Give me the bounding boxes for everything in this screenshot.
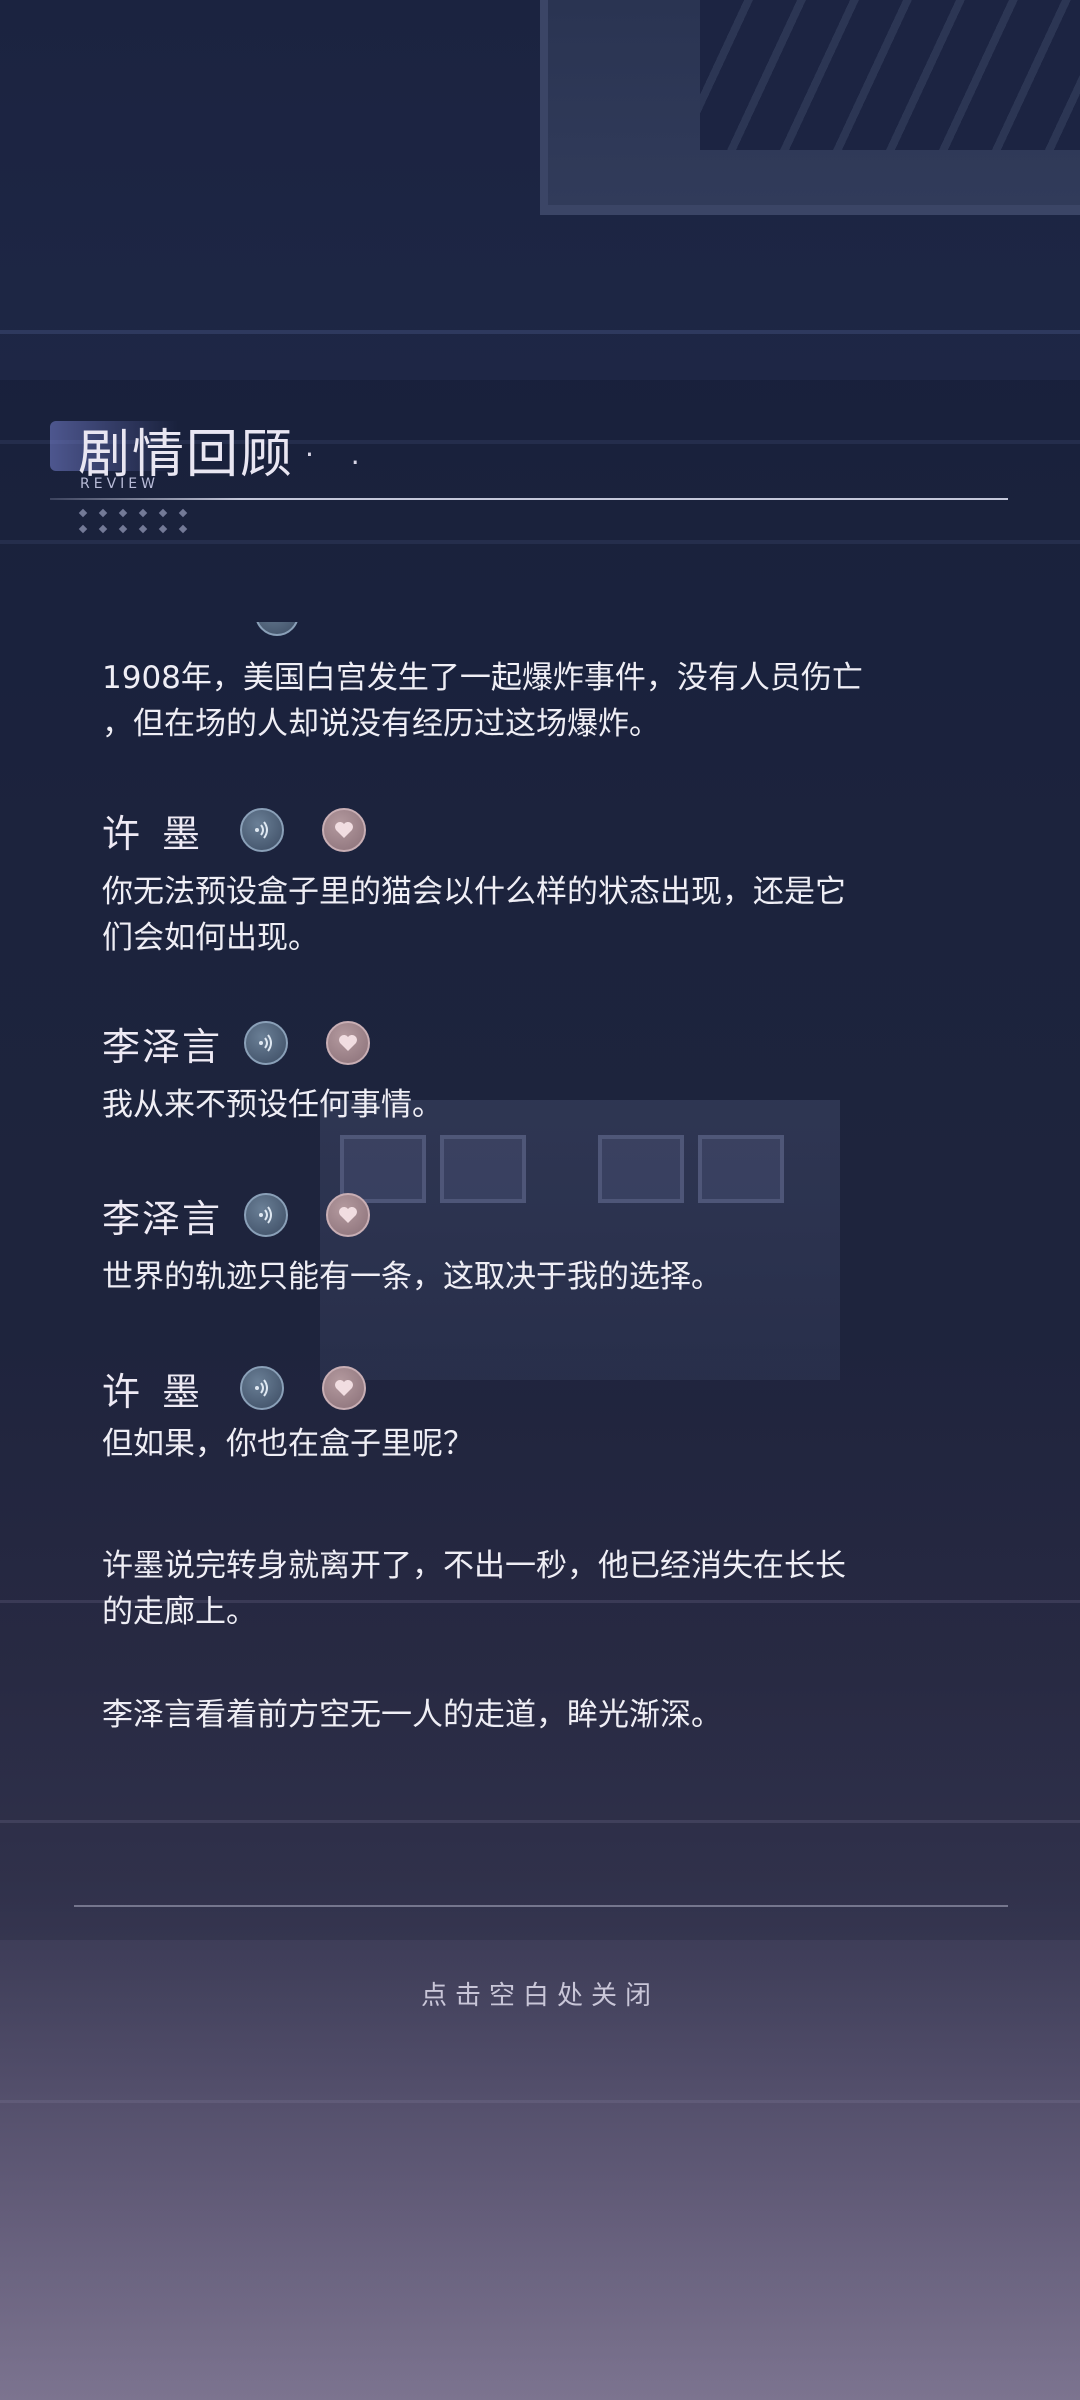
page-subtitle: REVIEW — [80, 476, 159, 492]
speaker-name: 李泽言 — [102, 1196, 223, 1241]
speaker-row: 李泽言 — [102, 1018, 982, 1069]
voice-play-icon — [255, 622, 299, 636]
speaker-name: 许墨 — [102, 811, 223, 856]
voice-play-button[interactable] — [244, 1193, 289, 1237]
voice-play-button[interactable] — [240, 1366, 285, 1410]
voice-play-icon — [259, 1034, 273, 1052]
story-review-screen[interactable]: 剧情回顾 · . REVIEW 1908年，美国白宫发生了一起爆炸事件，没有人员… — [0, 0, 1080, 2400]
floor-sheen — [0, 1350, 1080, 2400]
like-button[interactable] — [322, 808, 367, 852]
heart-icon — [339, 1035, 358, 1051]
dialogue-text: 但如果，你也在盒子里呢？ — [102, 1426, 474, 1462]
header-divider — [50, 498, 1008, 500]
speaker-row: 李泽言 — [102, 1190, 982, 1241]
dialogue-text: 你无法预设盒子里的猫会以什么样的状态出现，还是它 们会如何出现。 — [102, 874, 846, 956]
footer-divider — [74, 1905, 1008, 1907]
dialogue-text: 1908年，美国白宫发生了一起爆炸事件，没有人员伤亡 ，但在场的人却说没有经历过… — [102, 660, 863, 742]
floor-line — [0, 2100, 1080, 2103]
dialogue-entry: 许墨 你无法预设盒子里的猫会以什么样的状态出现，还是它 们会如何出现。 — [102, 805, 982, 961]
narration-text: 许墨说完转身就离开了，不出一秒，他已经消失在长长 的走廊上。 — [102, 1548, 846, 1630]
voice-play-button[interactable] — [244, 1021, 289, 1065]
narration-entry: 许墨说完转身就离开了，不出一秒，他已经消失在长长 的走廊上。 — [102, 1543, 982, 1635]
speaker-name: 许墨 — [102, 1369, 223, 1414]
ceiling-vent — [540, 0, 1080, 215]
voice-play-icon — [259, 1206, 273, 1224]
vent-grill — [700, 0, 1080, 150]
decorative-dots — [78, 508, 200, 534]
dialogue-entry: 李泽言 我从来不预设任何事情。 — [102, 1018, 982, 1128]
scrolled-icons — [150, 622, 310, 636]
ceiling-line — [0, 330, 1080, 334]
voice-play-icon — [255, 1379, 269, 1397]
narration-entry: 李泽言看着前方空无一人的走道，眸光渐深。 — [102, 1692, 982, 1738]
dialogue-entry: 李泽言 世界的轨迹只能有一条，这取决于我的选择。 — [102, 1190, 982, 1300]
speaker-row: 许墨 — [102, 805, 982, 856]
heart-icon — [339, 1207, 358, 1223]
like-button[interactable] — [322, 1366, 367, 1410]
narration-text: 李泽言看着前方空无一人的走道，眸光渐深。 — [102, 1697, 722, 1733]
speaker-row: 许墨 — [102, 1363, 982, 1414]
heart-icon — [335, 822, 354, 838]
voice-play-icon — [255, 821, 269, 839]
dialogue-text: 我从来不预设任何事情。 — [102, 1087, 443, 1123]
dialogue-text: 世界的轨迹只能有一条，这取决于我的选择。 — [102, 1259, 722, 1295]
dialogue-entry: 1908年，美国白宫发生了一起爆炸事件，没有人员伤亡 ，但在场的人却说没有经历过… — [102, 655, 982, 747]
title-dots: · . — [305, 438, 374, 471]
heart-icon — [335, 1380, 354, 1396]
speaker-name: 李泽言 — [102, 1024, 223, 1069]
ceiling-line — [0, 540, 1080, 544]
floor-line — [0, 1820, 1080, 1823]
dialogue-entry: 许墨 但如果，你也在盒子里呢？ — [102, 1363, 982, 1467]
voice-play-button[interactable] — [240, 808, 285, 852]
like-button[interactable] — [326, 1193, 371, 1237]
like-button[interactable] — [326, 1021, 371, 1065]
close-hint[interactable]: 点击空白处关闭 — [0, 1975, 1080, 2012]
review-header: 剧情回顾 · . REVIEW — [50, 418, 1010, 534]
